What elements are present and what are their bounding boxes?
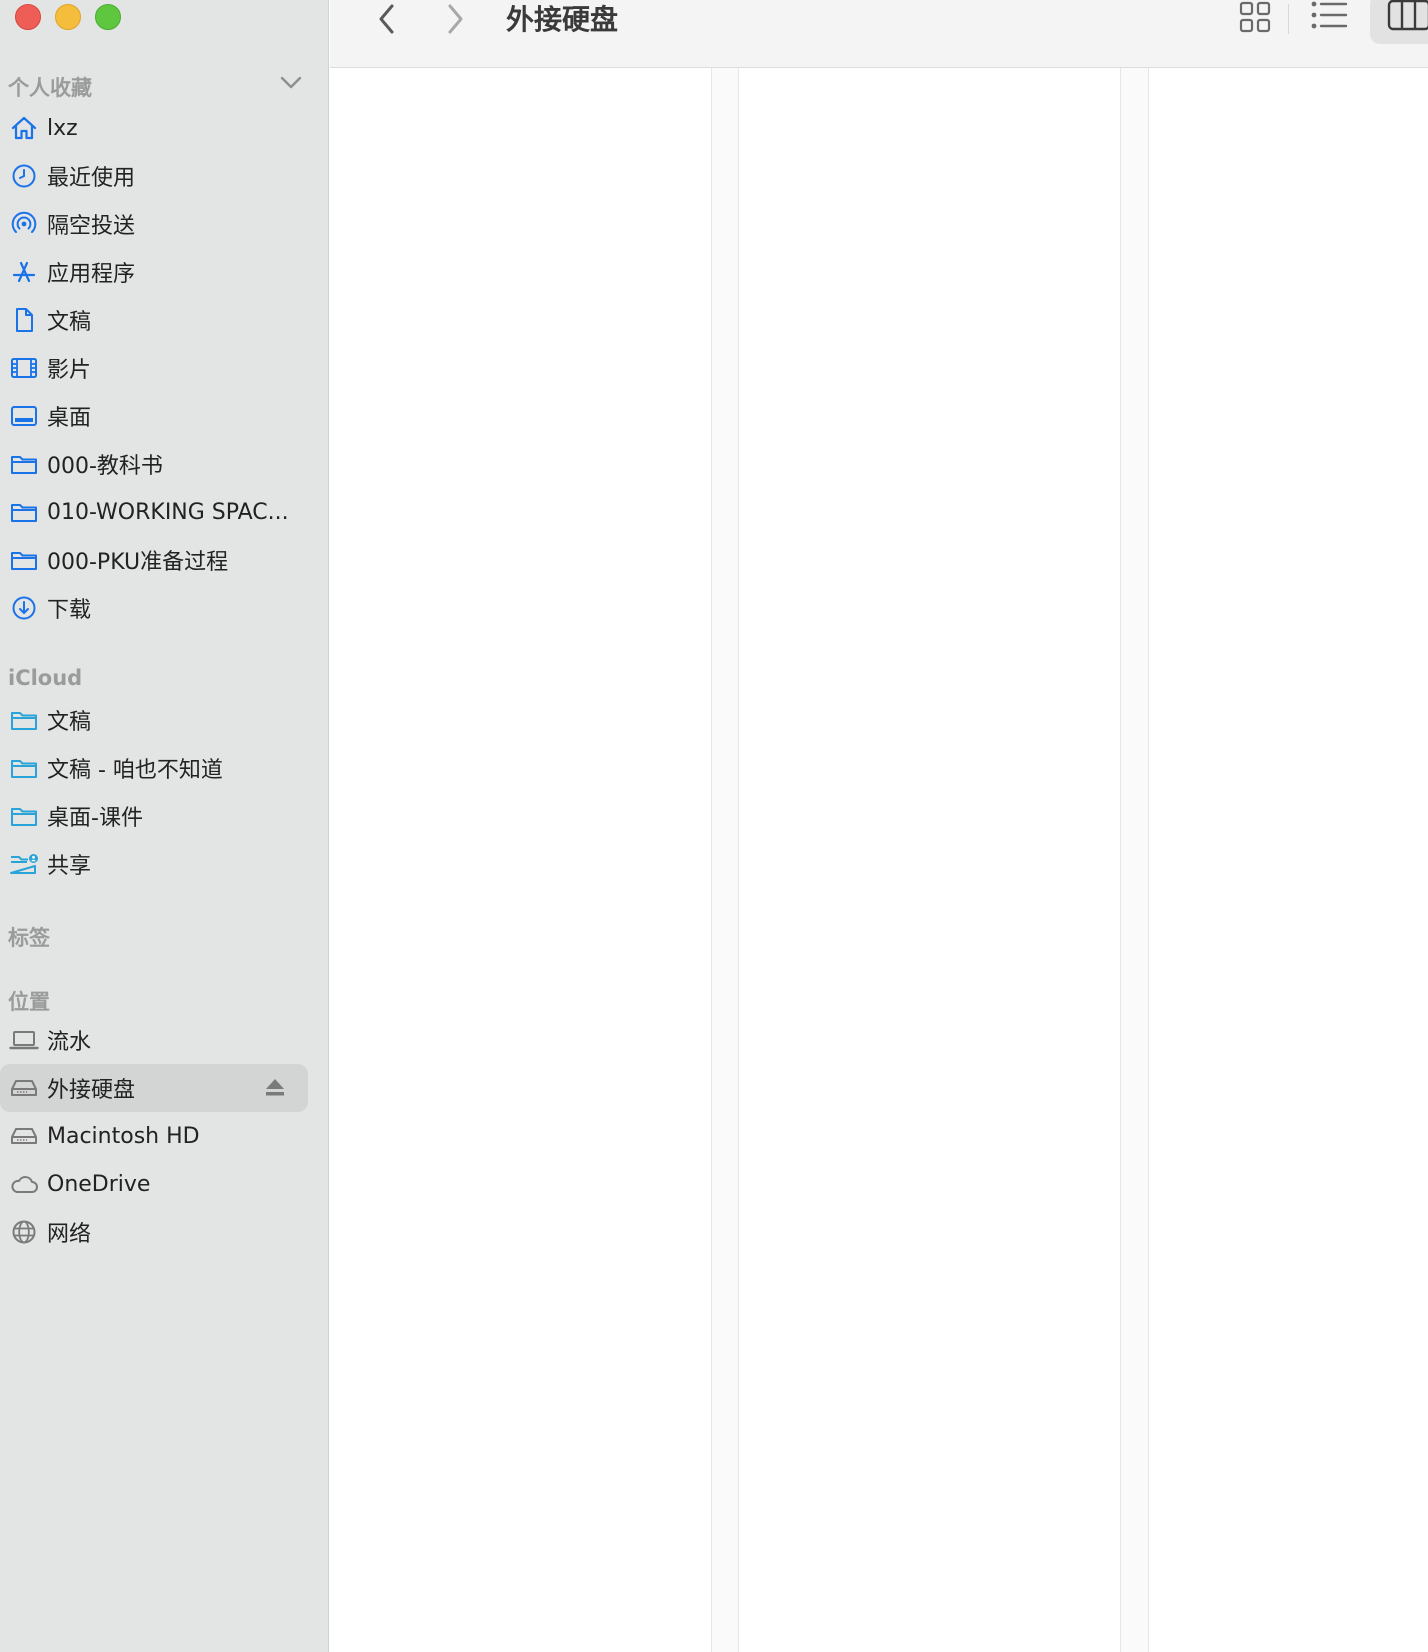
locations-section-title: 位置 — [8, 990, 50, 1014]
sidebar-item-folder-working[interactable]: 010-WORKING SPAC... — [0, 488, 308, 536]
download-icon — [9, 593, 39, 623]
folder-icon — [9, 497, 39, 527]
laptop-icon — [9, 1025, 39, 1055]
minimize-window-button[interactable] — [55, 4, 81, 30]
sidebar-item-icloud-documents-2[interactable]: 文稿 - 咱也不知道 — [0, 744, 308, 792]
clock-icon — [9, 161, 39, 191]
column-pane-3[interactable] — [1149, 68, 1428, 1652]
sidebar-item-label: Macintosh HD — [47, 1123, 200, 1149]
cloud-icon — [9, 1169, 39, 1199]
icloud-section-title: iCloud — [8, 666, 83, 690]
icon-view-button[interactable] — [1238, 0, 1272, 34]
column-view-button[interactable] — [1370, 0, 1428, 44]
document-icon — [9, 305, 39, 335]
folder-icon — [9, 705, 39, 735]
sidebar-item-folder-textbook[interactable]: 000-教科书 — [0, 440, 308, 488]
sidebar-item-liushui[interactable]: 流水 — [0, 1016, 308, 1064]
column-pane-2[interactable] — [739, 68, 1120, 1652]
home-icon — [9, 113, 39, 143]
list-view-button[interactable] — [1310, 0, 1348, 32]
sidebar-item-desktop[interactable]: 桌面 — [0, 392, 308, 440]
sidebar-item-label: 文稿 — [47, 710, 92, 735]
drive-icon — [9, 1073, 39, 1103]
sidebar-item-label: 桌面 — [47, 406, 92, 431]
sidebar-item-label: 下载 — [47, 598, 92, 623]
folder-icon — [9, 753, 39, 783]
sidebar-item-label: OneDrive — [47, 1171, 151, 1197]
sidebar-item-onedrive[interactable]: OneDrive — [0, 1160, 308, 1208]
column-pane-1[interactable] — [330, 68, 711, 1652]
sidebar-item-icloud-desktop[interactable]: 桌面-课件 — [0, 792, 308, 840]
zoom-window-button[interactable] — [95, 4, 121, 30]
traffic-lights — [15, 4, 121, 30]
film-icon — [9, 353, 39, 383]
chevron-down-icon[interactable] — [280, 76, 302, 90]
column-view-icon — [1387, 0, 1428, 31]
folder-icon — [9, 545, 39, 575]
sidebar-item-label: 共享 — [47, 854, 92, 879]
sidebar-item-label: 网络 — [47, 1222, 92, 1247]
finder-window: 个人收藏 lxz 最近使用 隔空投送 应用程序 文稿 影片 桌面 000-教科书… — [0, 0, 1428, 1652]
eject-icon[interactable] — [264, 1076, 286, 1098]
toolbar-divider — [1288, 4, 1289, 34]
favorites-section-title: 个人收藏 — [8, 76, 92, 100]
sidebar-item-movies[interactable]: 影片 — [0, 344, 308, 392]
sidebar-item-label: 流水 — [47, 1030, 92, 1055]
sidebar-item-label: 应用程序 — [47, 262, 136, 287]
sidebar-item-downloads[interactable]: 下载 — [0, 584, 308, 632]
shared-folder-icon — [9, 849, 39, 879]
column-resize-handle[interactable] — [711, 68, 739, 1652]
sidebar-item-label: 最近使用 — [47, 166, 136, 191]
tags-section-title: 标签 — [8, 926, 50, 950]
sidebar-item-recents[interactable]: 最近使用 — [0, 152, 308, 200]
sidebar-item-label: 外接硬盘 — [47, 1078, 136, 1103]
toolbar: 外接硬盘 — [330, 0, 1428, 68]
close-window-button[interactable] — [15, 4, 41, 30]
sidebar-item-label: 010-WORKING SPAC... — [47, 499, 289, 525]
sidebar-item-label: 影片 — [47, 358, 92, 383]
folder-icon — [9, 449, 39, 479]
column-browser — [330, 68, 1428, 1652]
sidebar-item-external-drive[interactable]: 外接硬盘 — [0, 1064, 308, 1112]
forward-button[interactable] — [442, 2, 468, 36]
window-title: 外接硬盘 — [506, 3, 619, 36]
sidebar-item-label: lxz — [47, 115, 78, 141]
sidebar-item-label: 文稿 — [47, 310, 92, 335]
sidebar-item-icloud-documents[interactable]: 文稿 — [0, 696, 308, 744]
column-resize-handle[interactable] — [1120, 68, 1149, 1652]
sidebar-item-label: 000-PKU准备过程 — [47, 550, 229, 575]
apps-icon — [9, 257, 39, 287]
airdrop-icon — [9, 209, 39, 239]
sidebar-item-icloud-shared[interactable]: 共享 — [0, 840, 308, 888]
folder-icon — [9, 801, 39, 831]
sidebar-item-label: 000-教科书 — [47, 454, 163, 479]
sidebar-item-documents[interactable]: 文稿 — [0, 296, 308, 344]
sidebar-item-network[interactable]: 网络 — [0, 1208, 308, 1256]
sidebar-item-label: 隔空投送 — [47, 214, 136, 239]
sidebar-item-airdrop[interactable]: 隔空投送 — [0, 200, 308, 248]
sidebar-item-folder-pku[interactable]: 000-PKU准备过程 — [0, 536, 308, 584]
back-button[interactable] — [374, 2, 400, 36]
drive-icon — [9, 1121, 39, 1151]
sidebar-item-label: 文稿 - 咱也不知道 — [47, 758, 223, 783]
sidebar-item-macintosh-hd[interactable]: Macintosh HD — [0, 1112, 308, 1160]
sidebar: 个人收藏 lxz 最近使用 隔空投送 应用程序 文稿 影片 桌面 000-教科书… — [0, 0, 329, 1652]
sidebar-item-lxz[interactable]: lxz — [0, 104, 308, 152]
sidebar-item-applications[interactable]: 应用程序 — [0, 248, 308, 296]
desktop-icon — [9, 401, 39, 431]
sidebar-item-label: 桌面-课件 — [47, 806, 143, 831]
globe-icon — [9, 1217, 39, 1247]
